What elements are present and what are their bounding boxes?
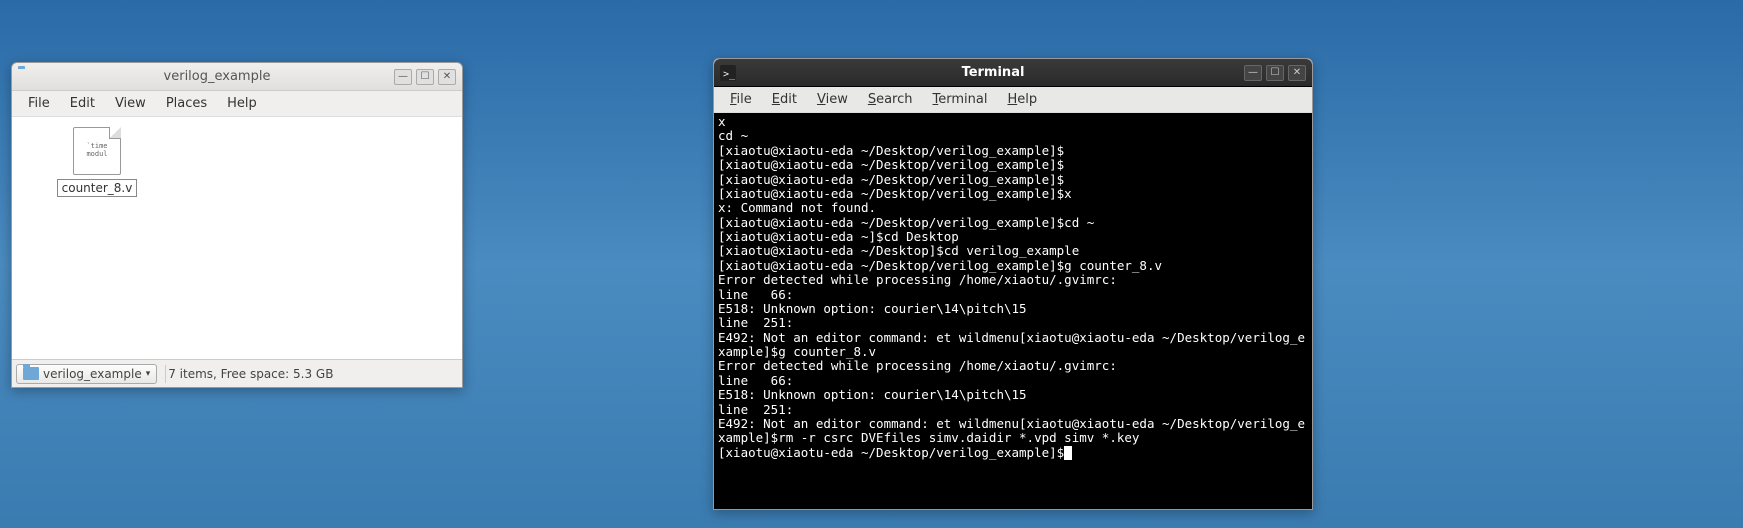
file-manager-titlebar[interactable]: verilog_example — ☐ ✕ [12, 63, 462, 91]
status-text: 7 items, Free space: 5.3 GB [168, 367, 333, 381]
terminal-icon: >_ [720, 65, 736, 81]
file-item-counter[interactable]: `time modul counter_8.v [47, 127, 147, 197]
close-button[interactable]: ✕ [438, 69, 456, 85]
terminal-menubar: File Edit View Search Terminal Help [714, 87, 1312, 113]
menu-places[interactable]: Places [156, 93, 217, 114]
menu-view[interactable]: View [807, 89, 858, 110]
file-manager-window: verilog_example — ☐ ✕ File Edit View Pla… [11, 62, 463, 388]
terminal-cursor [1064, 446, 1072, 460]
divider [165, 365, 166, 383]
terminal-window: >_ Terminal — ☐ ✕ File Edit View Search … [713, 58, 1313, 510]
minimize-button[interactable]: — [394, 69, 412, 85]
path-dropdown[interactable]: verilog_example ▾ [16, 364, 157, 384]
file-manager-statusbar: verilog_example ▾ 7 items, Free space: 5… [12, 359, 462, 387]
menu-help[interactable]: Help [217, 93, 267, 114]
menu-view[interactable]: View [105, 93, 156, 114]
minimize-button[interactable]: — [1244, 65, 1262, 81]
window-title: Terminal [742, 65, 1244, 80]
folder-icon [18, 69, 34, 85]
terminal-titlebar[interactable]: >_ Terminal — ☐ ✕ [714, 59, 1312, 87]
chevron-down-icon: ▾ [146, 369, 151, 379]
menu-terminal[interactable]: Terminal [923, 89, 998, 110]
menu-file[interactable]: File [18, 93, 60, 114]
window-controls: — ☐ ✕ [394, 69, 456, 85]
menu-edit[interactable]: Edit [762, 89, 807, 110]
maximize-button[interactable]: ☐ [1266, 65, 1284, 81]
maximize-button[interactable]: ☐ [416, 69, 434, 85]
menu-help[interactable]: Help [997, 89, 1047, 110]
menu-file[interactable]: File [720, 89, 762, 110]
file-label: counter_8.v [57, 179, 138, 197]
folder-icon [23, 367, 39, 380]
svg-text:>_: >_ [723, 69, 736, 80]
file-manager-menubar: File Edit View Places Help [12, 91, 462, 117]
menu-edit[interactable]: Edit [60, 93, 105, 114]
window-title: verilog_example [40, 69, 394, 84]
close-button[interactable]: ✕ [1288, 65, 1306, 81]
verilog-file-icon: `time modul [73, 127, 121, 175]
window-controls: — ☐ ✕ [1244, 65, 1306, 81]
terminal-body[interactable]: x cd ~ [xiaotu@xiaotu-eda ~/Desktop/veri… [714, 113, 1312, 509]
file-manager-body[interactable]: `time modul counter_8.v [12, 117, 462, 359]
menu-search[interactable]: Search [858, 89, 923, 110]
